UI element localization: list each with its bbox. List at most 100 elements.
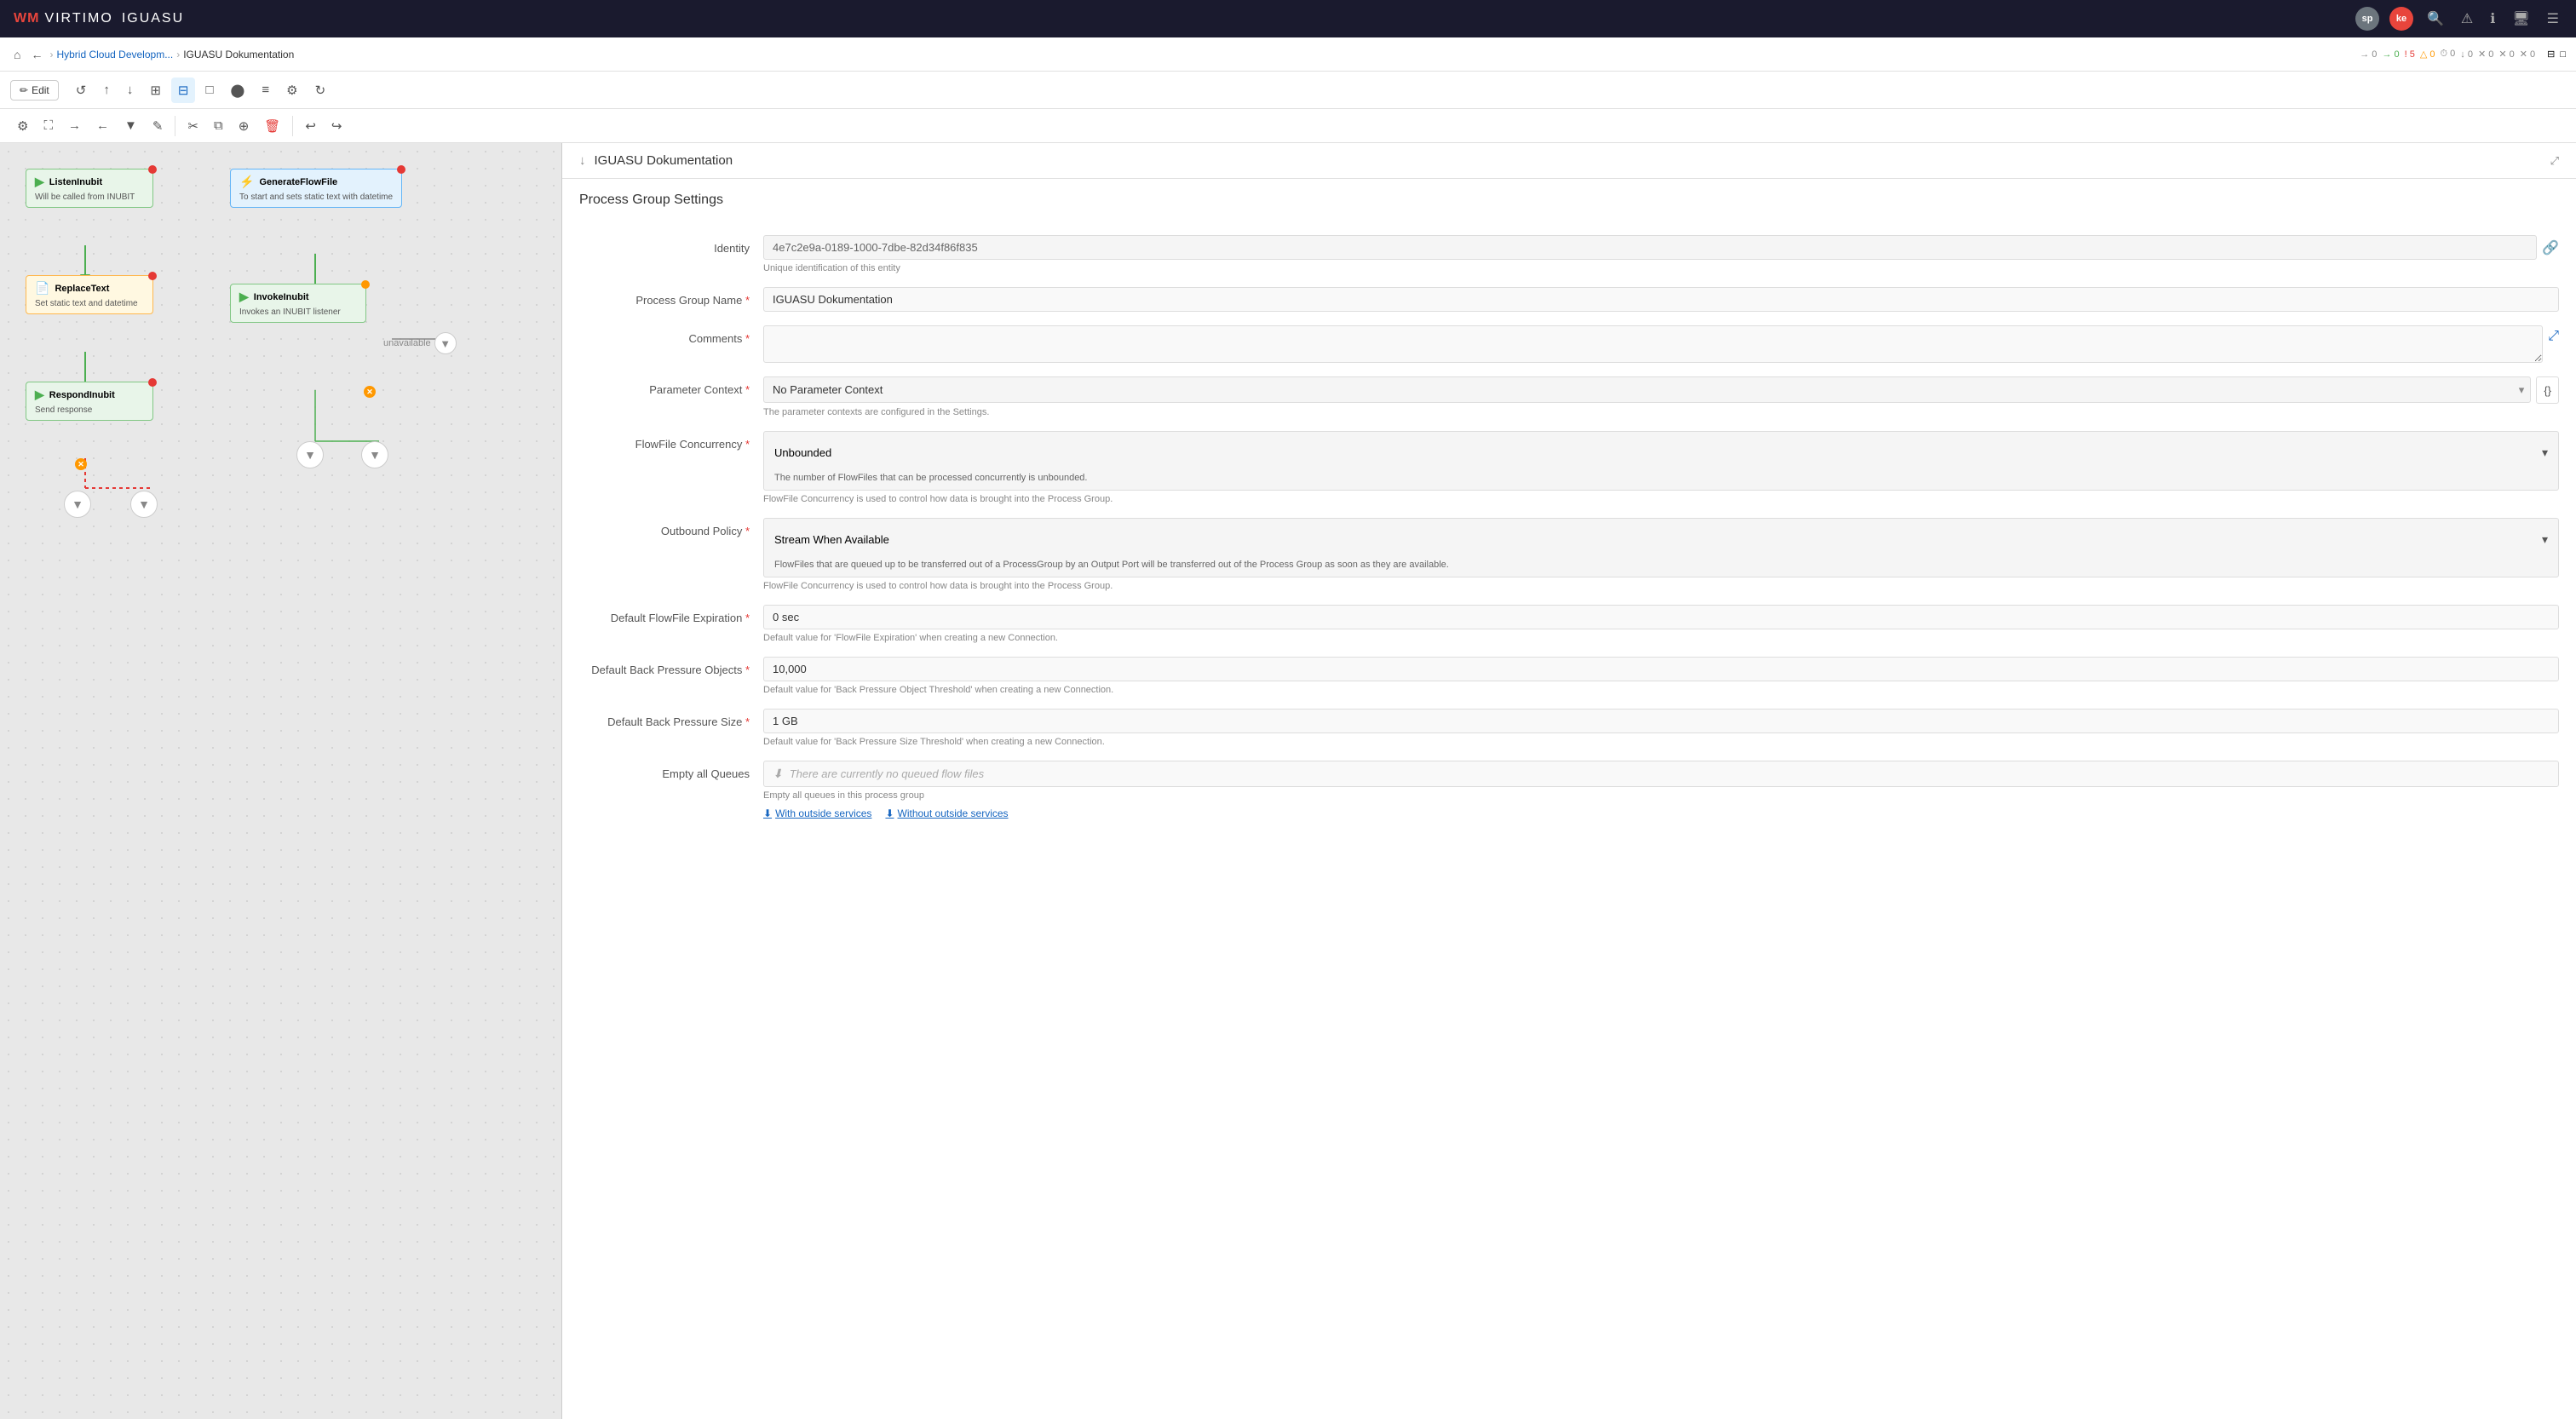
- badge-timer: ⏱ 0: [2441, 49, 2456, 60]
- without-services-label: Without outside services: [898, 807, 1009, 819]
- edit-button[interactable]: ✏ Edit: [10, 80, 59, 101]
- comments-control: ⤢: [763, 325, 2559, 363]
- outbound-description: FlowFiles that are queued up to be trans…: [764, 560, 2558, 577]
- node-invoke-inubit[interactable]: ▶ InvokeInubit Invokes an INUBIT listene…: [230, 284, 366, 323]
- process-group-name-input[interactable]: [763, 287, 2559, 312]
- outbound-policy-control: Stream When Available ▾ FlowFiles that a…: [763, 518, 2559, 591]
- nav-right: sp ke 🔍 ⚠ ℹ 🖥 ☰: [2355, 7, 2562, 31]
- concurrency-box: Unbounded ▾ The number of FlowFiles that…: [763, 431, 2559, 491]
- funnel-4[interactable]: ▼: [361, 441, 388, 468]
- node-status-dot-5: [361, 280, 370, 289]
- comments-row: Comments ⤢: [562, 319, 2576, 370]
- back-pressure-objects-input[interactable]: [763, 657, 2559, 681]
- parameter-context-code-button[interactable]: {}: [2536, 376, 2559, 404]
- toolbar-separator-2: [292, 116, 293, 136]
- avatar-ke[interactable]: ke: [2389, 7, 2413, 31]
- info-icon[interactable]: ℹ: [2487, 7, 2498, 31]
- process-group-name-label: Process Group Name: [579, 287, 750, 307]
- identity-input[interactable]: [763, 235, 2537, 260]
- back-button[interactable]: ←: [27, 46, 46, 63]
- menu-icon[interactable]: ☰: [2544, 7, 2562, 31]
- comments-input[interactable]: [763, 325, 2543, 363]
- table-button[interactable]: ≡: [255, 78, 276, 102]
- filter-button[interactable]: ▼: [118, 113, 144, 138]
- funnel-2[interactable]: ▼: [130, 491, 158, 518]
- node-status-dot: [148, 165, 157, 174]
- search-icon[interactable]: 🔍: [2424, 7, 2447, 31]
- flow-button[interactable]: ⬤: [224, 78, 252, 103]
- layout-icon[interactable]: ⊟: [2547, 49, 2555, 60]
- home-icon[interactable]: ⌂: [10, 46, 24, 63]
- identity-copy-button[interactable]: 🔗: [2542, 239, 2559, 256]
- funnel-3[interactable]: ▼: [296, 441, 324, 468]
- status-badges: → 0 → 0 ! 5 △ 0 ⏱ 0 ↓ 0 ✕ 0 ✕ 0 ✕ 0 ⊟ □: [2360, 49, 2566, 60]
- cut-button[interactable]: ✂: [181, 113, 205, 139]
- parameter-context-select[interactable]: No Parameter Context: [763, 376, 2531, 403]
- flowfile-expiration-input[interactable]: [763, 605, 2559, 629]
- panel-download-icon[interactable]: ↓: [579, 153, 586, 168]
- without-outside-services-button[interactable]: ⬇ Without outside services: [885, 807, 1008, 819]
- canvas-background: [0, 143, 561, 1419]
- node-replace-text[interactable]: 📄 ReplaceText Set static text and dateti…: [26, 275, 153, 314]
- funnel-icon-inline[interactable]: ▼: [434, 332, 457, 354]
- fullscreen-icon[interactable]: □: [2560, 49, 2566, 60]
- refresh-button[interactable]: ↻: [308, 78, 333, 103]
- node-label-3: RespondInubit: [49, 390, 115, 400]
- warning-icon[interactable]: ⚠: [2458, 7, 2476, 31]
- identity-input-wrap: 🔗: [763, 235, 2559, 260]
- monitor-icon[interactable]: 🖥: [2509, 7, 2533, 31]
- node-icon-3: ▶: [35, 388, 44, 402]
- parameter-context-row: Parameter Context No Parameter Context ▾…: [562, 370, 2576, 424]
- outbound-dropdown-button[interactable]: ▾: [2542, 526, 2548, 553]
- concurrency-dropdown-button[interactable]: ▾: [2542, 439, 2548, 466]
- empty-queues-hint: Empty all queues in this process group: [763, 790, 2559, 801]
- node-listen-inubit[interactable]: ▶ ListenInubit Will be called from INUBI…: [26, 169, 153, 208]
- upload-button[interactable]: ↑: [96, 78, 117, 102]
- settings-button[interactable]: ⚙: [279, 78, 304, 103]
- concurrency-value: Unbounded: [774, 446, 831, 459]
- node-header-3: ▶ RespondInubit: [35, 388, 144, 402]
- copy-button[interactable]: ⧉: [207, 113, 230, 138]
- badge-x2: ✕ 0: [2498, 49, 2514, 60]
- settings2-button[interactable]: ⚙: [10, 113, 35, 139]
- export-button[interactable]: ←: [89, 113, 116, 138]
- expand-comments-button[interactable]: ⤢: [2548, 329, 2559, 344]
- node-label-5: InvokeInubit: [254, 292, 309, 302]
- history-button[interactable]: ↺: [69, 78, 94, 103]
- undo-button[interactable]: ↩: [298, 113, 323, 139]
- node-respond-inubit[interactable]: ▶ RespondInubit Send response: [26, 382, 153, 421]
- delete-button[interactable]: 🗑: [257, 113, 287, 139]
- grid-list-button[interactable]: ⊞: [143, 78, 168, 103]
- grid-button[interactable]: ⊟: [171, 78, 196, 103]
- outbound-policy-row: Outbound Policy Stream When Available ▾ …: [562, 511, 2576, 598]
- node-generate-flow-file[interactable]: ⚡ GenerateFlowFile To start and sets sta…: [230, 169, 402, 208]
- funnel-1[interactable]: ▼: [64, 491, 91, 518]
- empty-queues-text: There are currently no queued flow files: [790, 767, 984, 780]
- back-pressure-size-input[interactable]: [763, 709, 2559, 733]
- node-icon-5: ▶: [239, 290, 249, 304]
- node-header-4: ⚡ GenerateFlowFile: [239, 175, 393, 189]
- redo-button[interactable]: ↪: [325, 113, 349, 139]
- paste-button[interactable]: ⊕: [232, 113, 256, 139]
- back-pressure-objects-row: Default Back Pressure Objects Default va…: [562, 650, 2576, 702]
- back-pressure-objects-control: Default value for 'Back Pressure Object …: [763, 657, 2559, 695]
- single-view-button[interactable]: □: [198, 78, 220, 102]
- breadcrumb-hybrid-cloud[interactable]: Hybrid Cloud Developm...: [56, 49, 173, 60]
- identity-control: 🔗 Unique identification of this entity: [763, 235, 2559, 273]
- edit-label: Edit: [32, 84, 49, 96]
- expand-icon[interactable]: ⤢: [2550, 154, 2559, 168]
- badge-arrows-active: → 0: [2382, 49, 2399, 60]
- brand-logo: WM VIRTIMO IGUASU: [14, 11, 184, 26]
- back-pressure-objects-label: Default Back Pressure Objects: [579, 657, 750, 676]
- canvas-area[interactable]: ▶ ListenInubit Will be called from INUBI…: [0, 143, 562, 1419]
- back-pressure-size-label: Default Back Pressure Size: [579, 709, 750, 728]
- avatar-sp[interactable]: sp: [2355, 7, 2379, 31]
- edit2-button[interactable]: ✎: [146, 113, 170, 139]
- with-outside-services-button[interactable]: ⬇ With outside services: [763, 807, 871, 819]
- group-button[interactable]: ⛶: [37, 113, 60, 138]
- empty-queues-row: Empty all Queues ⬇ There are currently n…: [562, 754, 2576, 826]
- import-button[interactable]: →: [61, 113, 88, 138]
- badge-errors: ! 5: [2405, 49, 2415, 60]
- download-button[interactable]: ↓: [120, 78, 141, 102]
- breadcrumb-current: IGUASU Dokumentation: [183, 49, 294, 60]
